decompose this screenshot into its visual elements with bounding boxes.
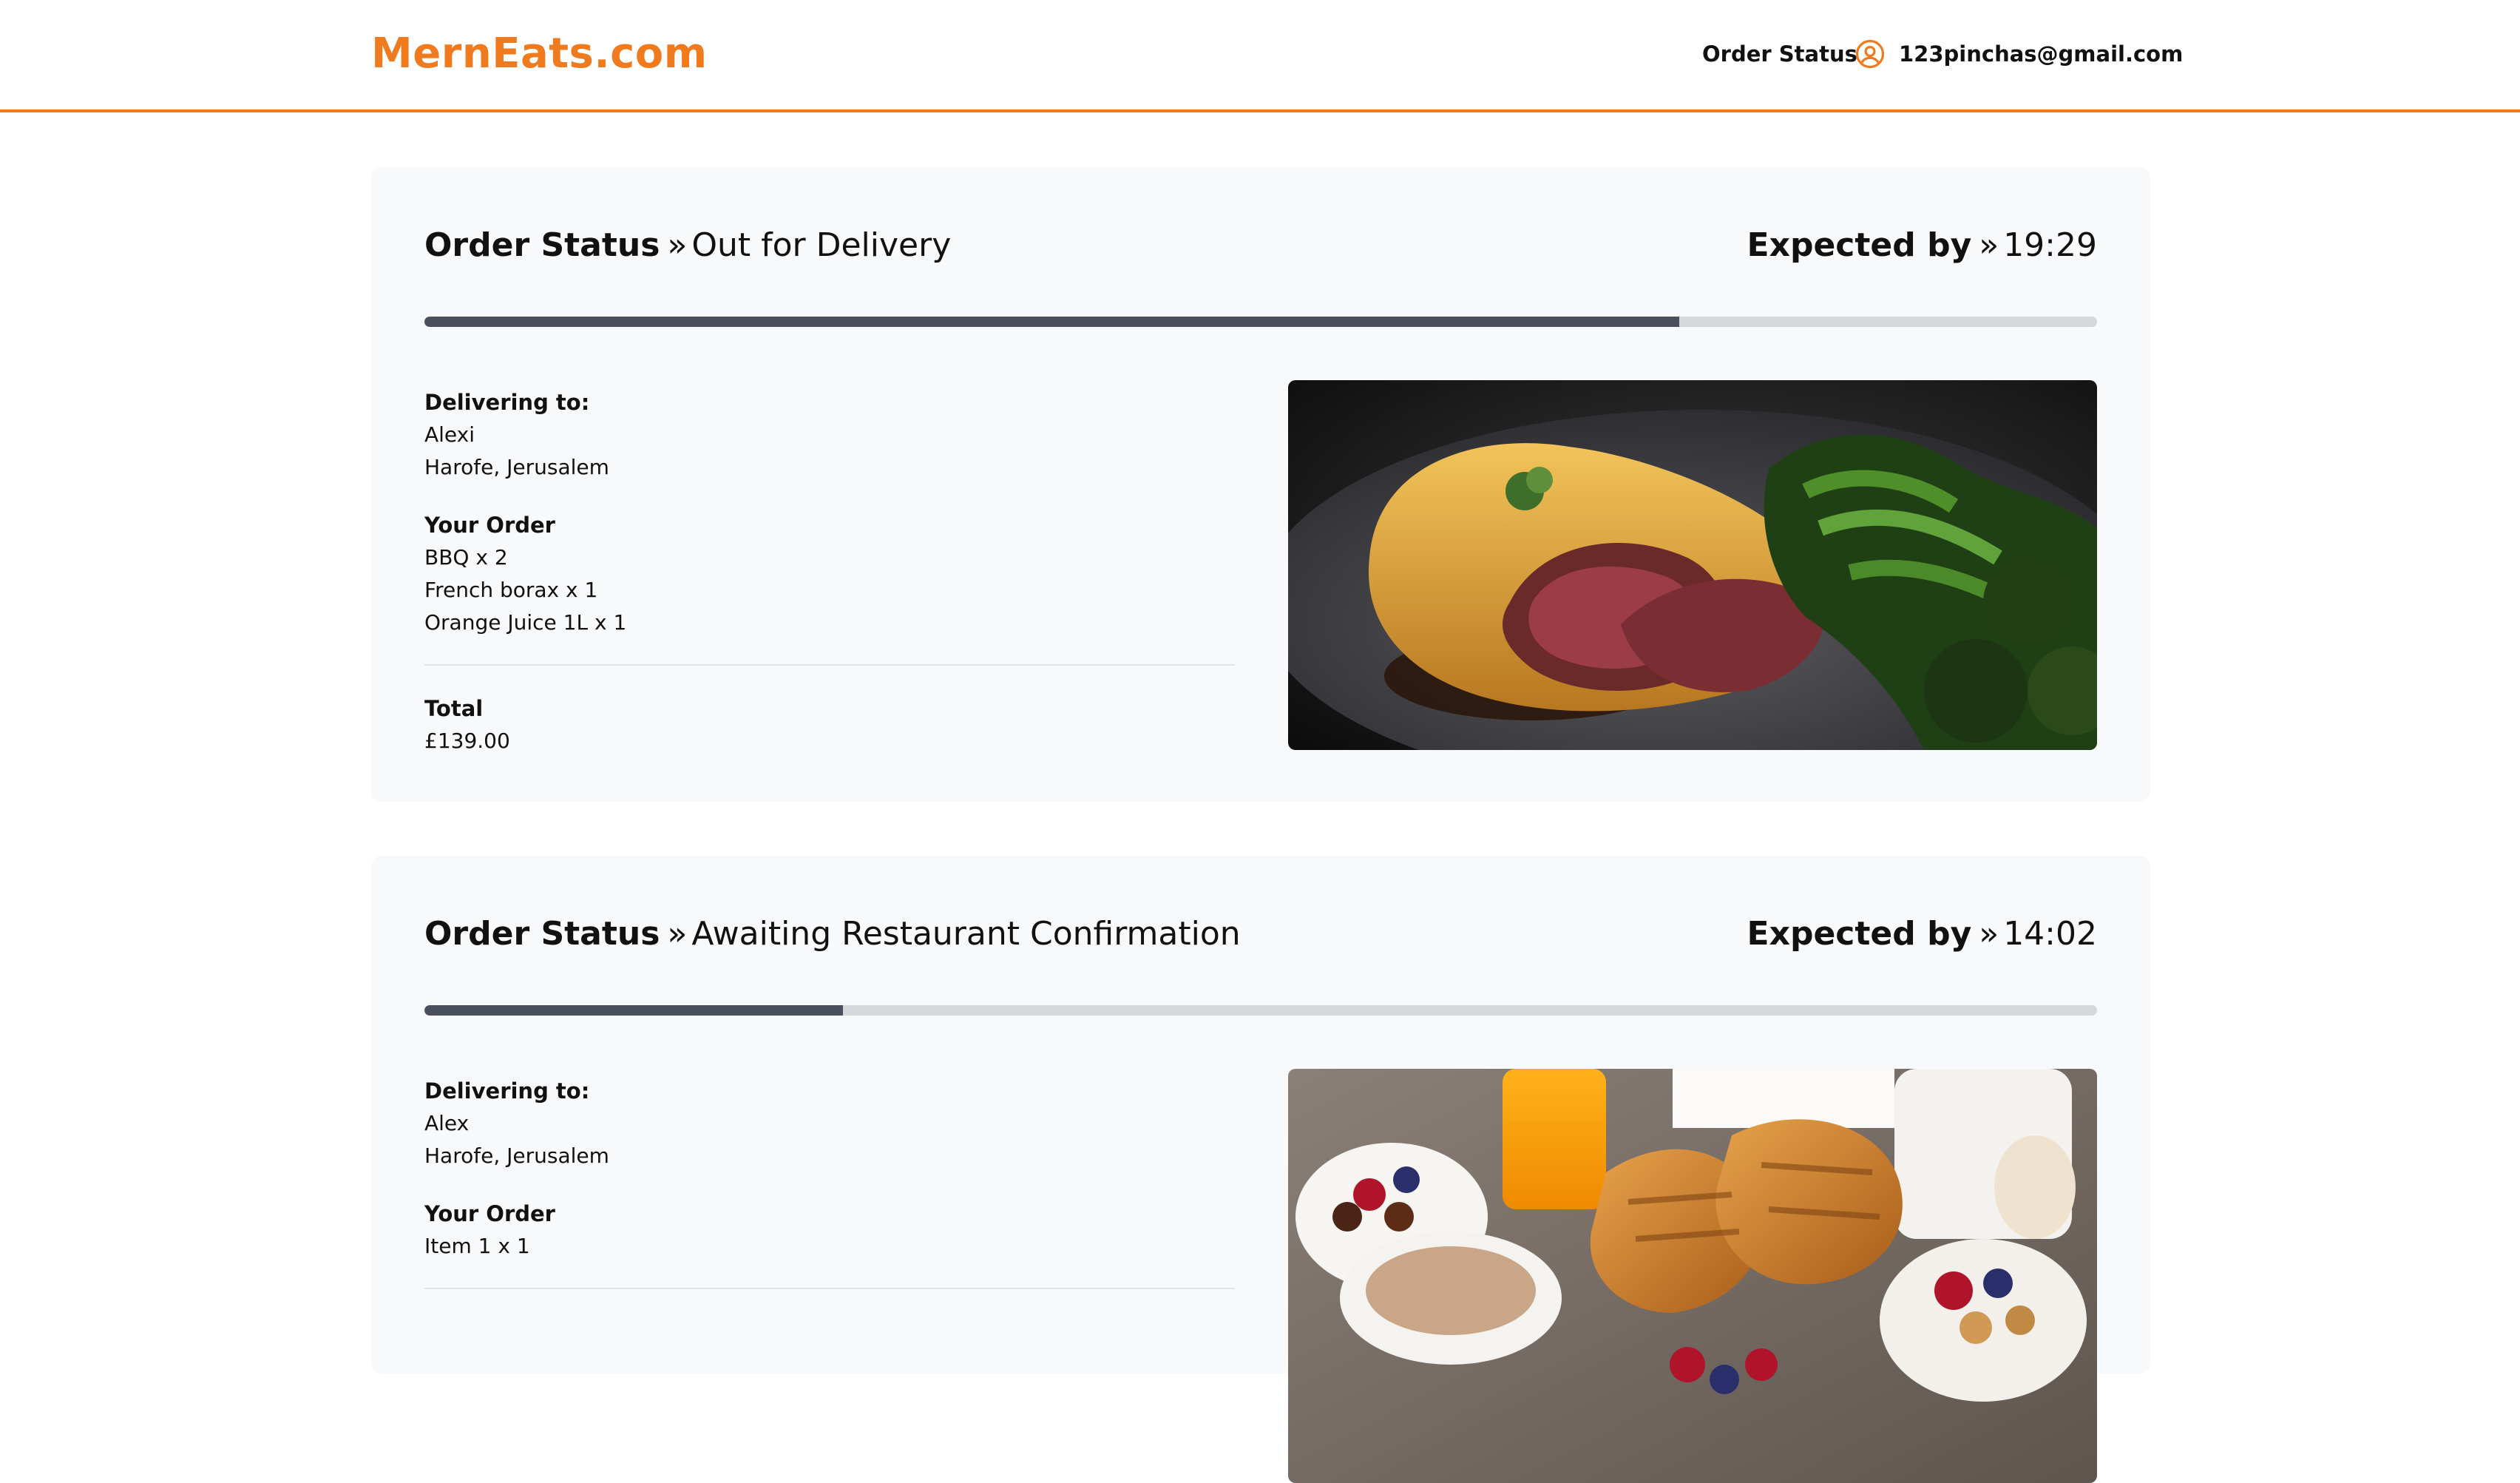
nav-order-status-link[interactable]: Order Status [1702, 41, 1857, 67]
order-progress-bar [424, 1005, 2097, 1016]
expected-time-value: 19:29 [2003, 226, 2097, 264]
recipient-name: Alexi [424, 422, 475, 447]
expected-time: Expected by» 19:29 [1747, 226, 2097, 264]
order-item: BBQ x 2 [424, 545, 508, 570]
user-email: 123pinchas@gmail.com [1899, 41, 2184, 67]
expected-time: Expected by» 14:02 [1747, 915, 2097, 953]
order-card: Order Status» Out for Delivery Expected b… [371, 167, 2150, 802]
delivery-info: Delivering to: Alexi Harofe, Jerusalem [424, 386, 1235, 484]
order-total: Total £139.00 [424, 692, 1235, 757]
delivering-to-label: Delivering to: [424, 1078, 590, 1104]
expected-label: Expected by [1747, 915, 1972, 953]
delivering-to-label: Delivering to: [424, 390, 590, 415]
order-card: Order Status» Awaiting Restaurant Confirm… [371, 856, 2150, 1483]
order-status-label: Order Status [424, 226, 660, 264]
expected-label: Expected by [1747, 226, 1972, 264]
order-details: Delivering to: Alexi Harofe, Jerusalem Y… [424, 386, 1235, 783]
order-details: Delivering to: Alex Harofe, Jerusalem Yo… [424, 1075, 1235, 1316]
order-item: French borax x 1 [424, 578, 598, 602]
your-order-label: Your Order [424, 1201, 555, 1226]
chevrons-right-icon: » [667, 915, 688, 953]
order-status: Order Status» Awaiting Restaurant Confirm… [424, 915, 1241, 953]
divider [424, 1288, 1235, 1289]
brand-logo-link[interactable]: MernEats.com [371, 30, 708, 78]
chevrons-right-icon: » [1979, 915, 1999, 953]
order-header: Order Status» Awaiting Restaurant Confirm… [424, 915, 2097, 962]
total-label: Total [424, 696, 484, 721]
your-order-label: Your Order [424, 513, 555, 538]
beef-wellington-photo [1288, 380, 2097, 750]
recipient-address: Harofe, Jerusalem [424, 1144, 609, 1168]
order-items: Your Order Item 1 x 1 [424, 1197, 1235, 1263]
order-status-label: Order Status [424, 915, 660, 953]
order-status-value: Awaiting Restaurant Confirmation [691, 915, 1241, 953]
order-progress-fill [424, 317, 1679, 327]
order-status: Order Status» Out for Delivery [424, 226, 951, 264]
delivery-info: Delivering to: Alex Harofe, Jerusalem [424, 1075, 1235, 1172]
order-progress-fill [424, 1005, 843, 1016]
order-header: Order Status» Out for Delivery Expected b… [424, 226, 2097, 274]
order-items: Your Order BBQ x 2 French borax x 1 Oran… [424, 509, 1235, 639]
order-progress-bar [424, 317, 2097, 327]
recipient-address: Harofe, Jerusalem [424, 455, 609, 479]
divider [424, 664, 1235, 666]
user-menu[interactable]: 123pinchas@gmail.com [1855, 38, 2183, 70]
user-circle-icon [1855, 39, 1885, 69]
total-value: £139.00 [424, 729, 510, 753]
expected-time-value: 14:02 [2003, 915, 2097, 953]
site-header: MernEats.com Order Status 123pinchas@gma… [0, 0, 2520, 112]
order-item: Orange Juice 1L x 1 [424, 610, 627, 635]
order-item: Item 1 x 1 [424, 1234, 530, 1258]
chevrons-right-icon: » [667, 226, 688, 264]
order-status-value: Out for Delivery [691, 226, 952, 264]
chevrons-right-icon: » [1979, 226, 1999, 264]
recipient-name: Alex [424, 1111, 470, 1135]
breakfast-croissants-photo [1288, 1069, 2097, 1483]
